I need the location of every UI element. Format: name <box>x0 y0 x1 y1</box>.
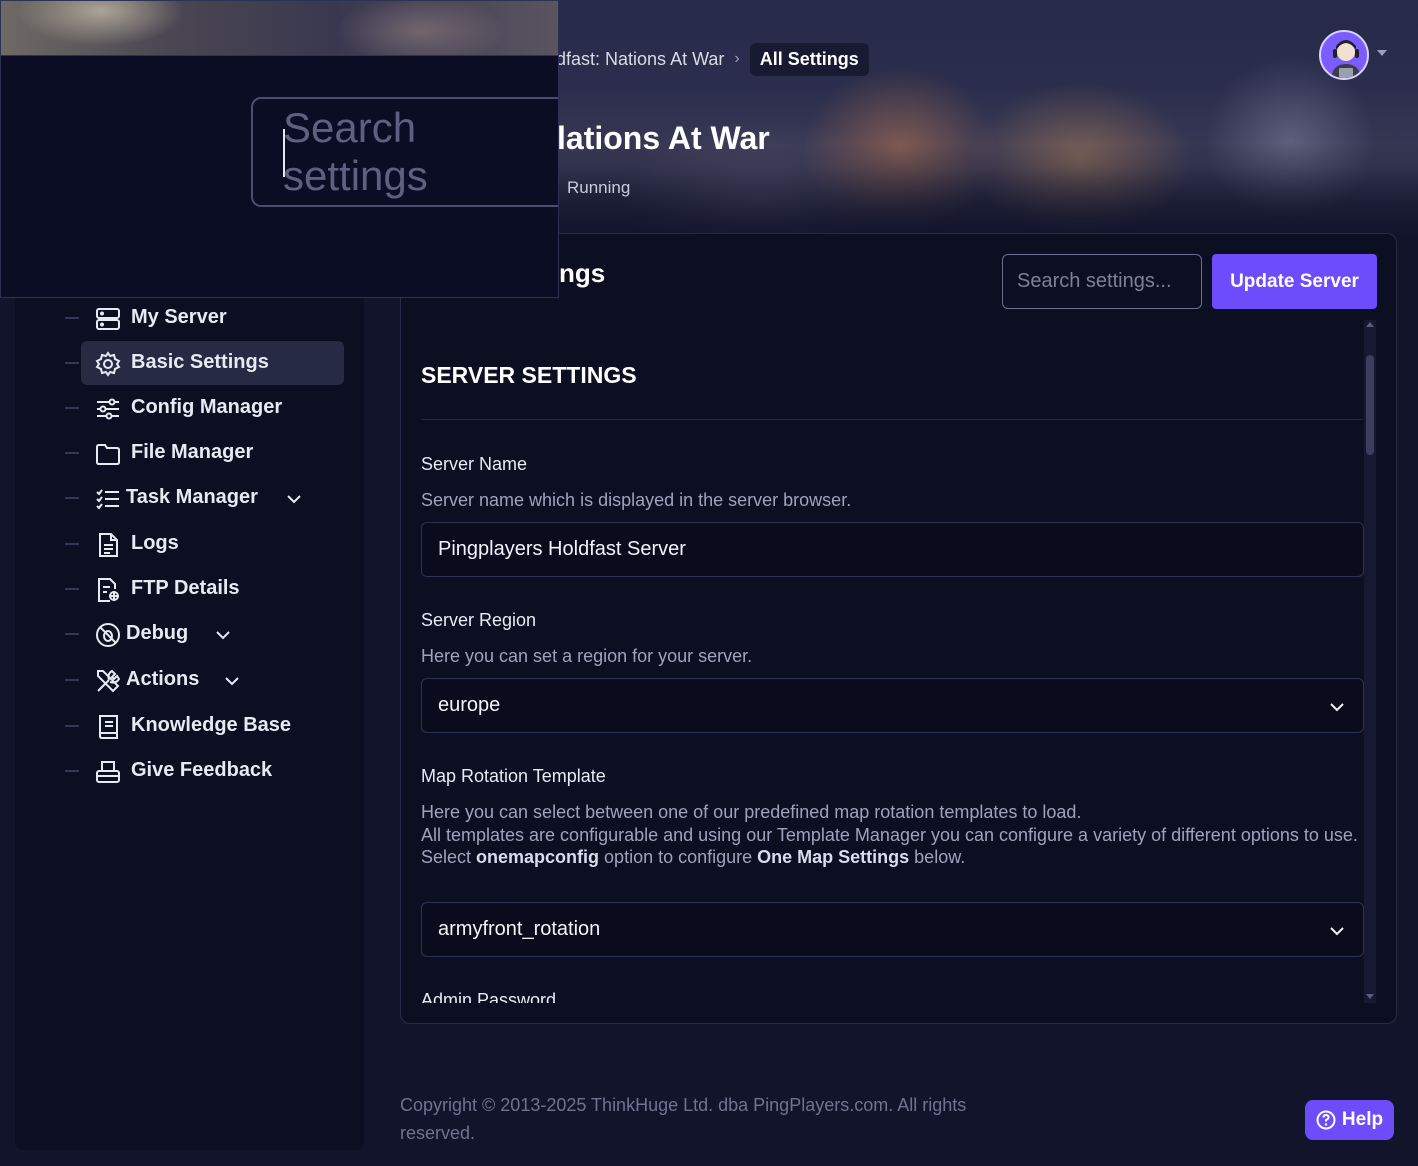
update-server-button[interactable]: Update Server <box>1212 254 1377 309</box>
feedback-icon <box>95 759 121 785</box>
map-rotation-select[interactable]: armyfront_rotation <box>421 902 1364 957</box>
page-title: lations At War <box>557 120 770 156</box>
sidebar-item-label: My Server <box>131 306 227 328</box>
sidebar-item-label: File Manager <box>131 441 254 463</box>
sidebar-item-file-manager[interactable]: File Manager <box>65 431 365 475</box>
user-avatar[interactable] <box>1319 30 1369 80</box>
chevron-down-icon <box>1329 922 1345 938</box>
sidebar: My Server Basic Settings Config Manager <box>15 240 364 1150</box>
zoomed-search-placeholder: Search settings <box>283 104 428 199</box>
nav-connector <box>65 452 79 454</box>
tools-icon <box>95 668 121 694</box>
sidebar-item-label: Actions <box>126 668 200 690</box>
nav-connector <box>65 679 79 681</box>
nav-connector <box>65 633 79 635</box>
zoomed-search-input[interactable]: Search settings <box>251 97 558 207</box>
sidebar-item-actions[interactable]: Actions <box>65 658 365 702</box>
avatar-menu-caret-icon[interactable] <box>1377 50 1387 56</box>
sidebar-item-label: Task Manager <box>126 486 258 508</box>
card-title: ngs <box>559 258 606 288</box>
breadcrumb-game-link[interactable]: dfast: Nations At War <box>556 49 724 70</box>
admin-password-label: Admin Password <box>421 990 557 1003</box>
chevron-down-icon[interactable] <box>215 626 231 642</box>
server-name-label: Server Name <box>421 454 528 474</box>
server-name-input[interactable]: Pingplayers Holdfast Server <box>421 522 1364 577</box>
nav-connector <box>65 770 79 772</box>
sidebar-item-ftp-details[interactable]: FTP Details <box>65 567 365 611</box>
section-title: SERVER SETTINGS <box>421 362 637 388</box>
map-rotation-desc-line3: Select onemapconfig option to configure … <box>421 846 1366 869</box>
help-label: Help <box>1341 1109 1384 1130</box>
breadcrumb-current: All Settings <box>749 42 869 76</box>
server-status: Running <box>567 178 631 197</box>
map-rotation-desc-line2: All templates are configurable and using… <box>421 824 1358 845</box>
help-button[interactable]: Help <box>1305 1100 1394 1140</box>
sidebar-item-give-feedback[interactable]: Give Feedback <box>65 749 365 793</box>
sidebar-item-logs[interactable]: Logs <box>65 522 365 566</box>
sidebar-item-label: Logs <box>131 532 179 554</box>
book-icon <box>95 714 121 740</box>
bug-icon <box>95 622 121 648</box>
settings-scroll-area[interactable]: SERVER SETTINGS Server Name Server name … <box>401 320 1376 1003</box>
map-rotation-label: Map Rotation Template <box>421 766 606 786</box>
scroll-down-arrow-icon[interactable] <box>1366 994 1374 999</box>
chevron-down-icon <box>1329 698 1345 714</box>
map-rotation-value: armyfront_rotation <box>438 918 601 940</box>
sidebar-item-label: Debug <box>126 622 189 644</box>
sidebar-item-config-manager[interactable]: Config Manager <box>65 386 365 430</box>
search-settings-input[interactable]: Search settings... <box>1002 254 1202 309</box>
chevron-down-icon[interactable] <box>286 490 302 506</box>
text-cursor <box>283 129 285 177</box>
sidebar-item-task-manager[interactable]: Task Manager <box>65 476 365 520</box>
document-icon <box>95 532 121 558</box>
sidebar-item-basic-settings[interactable]: Basic Settings <box>65 341 365 385</box>
server-name-description: Server name which is displayed in the se… <box>421 490 852 510</box>
nav-connector <box>65 543 79 545</box>
sidebar-item-debug[interactable]: Debug <box>65 612 365 656</box>
nav-connector <box>65 407 79 409</box>
breadcrumb: dfast: Nations At War › All Settings <box>556 42 869 76</box>
question-circle-icon <box>1316 1110 1336 1130</box>
server-region-label: Server Region <box>421 610 537 630</box>
nav-connector <box>65 588 79 590</box>
sidebar-item-label: Config Manager <box>131 396 283 418</box>
chevron-right-icon: › <box>734 50 740 67</box>
task-list-icon <box>95 486 121 512</box>
sidebar-item-label: Give Feedback <box>131 759 273 781</box>
sidebar-item-my-server[interactable]: My Server <box>65 296 365 340</box>
overlay-banner-image <box>1 1 558 56</box>
scroll-up-arrow-icon[interactable] <box>1366 322 1374 327</box>
map-rotation-description: Here you can select between one of our p… <box>421 801 1366 869</box>
desc-bold-one-map-settings: One Map Settings <box>757 847 910 867</box>
desc-text: option to configure <box>599 847 758 867</box>
zoom-overlay: Search settings <box>0 0 559 298</box>
sliders-icon <box>95 396 121 422</box>
map-rotation-desc-line1: Here you can select between one of our p… <box>421 802 1082 822</box>
server-region-value: europe <box>438 694 501 716</box>
sidebar-item-label: Basic Settings <box>131 351 269 373</box>
chevron-down-icon[interactable] <box>224 672 240 688</box>
scrollbar-thumb[interactable] <box>1366 355 1374 455</box>
server-region-select[interactable]: europe <box>421 678 1364 733</box>
server-region-description: Here you can set a region for your serve… <box>421 646 753 666</box>
nav-connector <box>65 362 79 364</box>
gear-icon <box>95 351 121 377</box>
desc-text: Select <box>421 847 477 867</box>
folder-icon <box>95 441 121 467</box>
desc-bold-onemapconfig: onemapconfig <box>476 847 600 867</box>
section-divider <box>421 419 1363 420</box>
nav-connector <box>65 725 79 727</box>
sidebar-item-knowledge-base[interactable]: Knowledge Base <box>65 704 365 748</box>
nav-connector <box>65 497 79 499</box>
footer-copyright: Copyright © 2013-2025 ThinkHuge Ltd. dba… <box>400 1095 967 1143</box>
desc-text: below. <box>909 847 966 867</box>
nav-connector <box>65 317 79 319</box>
ftp-file-icon <box>95 577 121 603</box>
server-icon <box>95 306 121 332</box>
sidebar-item-label: Knowledge Base <box>131 714 292 736</box>
sidebar-item-label: FTP Details <box>131 577 240 599</box>
